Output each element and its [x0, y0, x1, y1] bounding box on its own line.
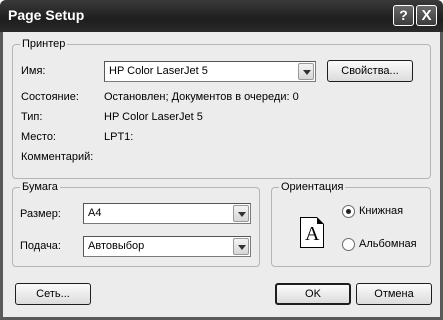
- paper-size-select[interactable]: A4: [83, 203, 251, 224]
- properties-button[interactable]: Свойства...: [327, 60, 413, 82]
- portrait-radio[interactable]: [342, 205, 355, 218]
- type-value: HP Color LaserJet 5: [104, 111, 203, 123]
- printer-group-legend: Принтер: [20, 38, 68, 50]
- landscape-label[interactable]: Альбомная: [359, 238, 417, 250]
- close-icon[interactable]: X: [416, 5, 437, 26]
- paper-source-value: Автовыбор: [88, 240, 145, 252]
- portrait-label[interactable]: Книжная: [359, 205, 403, 217]
- chevron-down-icon[interactable]: [233, 238, 249, 255]
- paper-size-label: Размер:: [20, 208, 61, 220]
- page-setup-window: Page Setup ? X Принтер Имя: HP Color Las…: [0, 0, 443, 320]
- printer-name-select[interactable]: HP Color LaserJet 5: [104, 61, 316, 82]
- title-bar[interactable]: Page Setup ? X: [0, 0, 443, 32]
- status-label: Состояние:: [21, 91, 79, 103]
- paper-group: Бумага Размер: A4 Подача: Автовыбор: [12, 181, 260, 267]
- paper-group-legend: Бумага: [20, 181, 60, 193]
- status-value: Остановлен; Документов в очереди: 0: [104, 91, 299, 103]
- help-icon[interactable]: ?: [393, 5, 414, 26]
- comment-label: Комментарий:: [21, 151, 94, 163]
- type-label: Тип:: [21, 111, 43, 123]
- cancel-button[interactable]: Отмена: [356, 283, 432, 305]
- landscape-radio[interactable]: [342, 238, 355, 251]
- chevron-down-icon[interactable]: [298, 63, 314, 80]
- paper-size-value: A4: [88, 207, 102, 219]
- printer-group: Принтер Имя: HP Color LaserJet 5 Свойств…: [12, 38, 431, 179]
- page-preview-letter: A: [305, 223, 320, 245]
- orientation-group-legend: Ориентация: [279, 181, 346, 193]
- network-button[interactable]: Сеть...: [15, 283, 91, 305]
- where-value: LPT1:: [104, 131, 134, 143]
- ok-button[interactable]: OK: [275, 283, 351, 305]
- printer-name-label: Имя:: [21, 65, 46, 77]
- dialog-body: Принтер Имя: HP Color LaserJet 5 Свойств…: [3, 32, 440, 317]
- chevron-down-icon[interactable]: [233, 205, 249, 222]
- paper-source-label: Подача:: [20, 240, 61, 252]
- paper-source-select[interactable]: Автовыбор: [83, 236, 251, 257]
- printer-name-value: HP Color LaserJet 5: [109, 65, 208, 77]
- orientation-group: Ориентация A Книжная Альбомная: [271, 181, 431, 267]
- page-orientation-icon: A: [300, 217, 324, 248]
- where-label: Место:: [21, 131, 56, 143]
- window-title: Page Setup: [8, 7, 85, 23]
